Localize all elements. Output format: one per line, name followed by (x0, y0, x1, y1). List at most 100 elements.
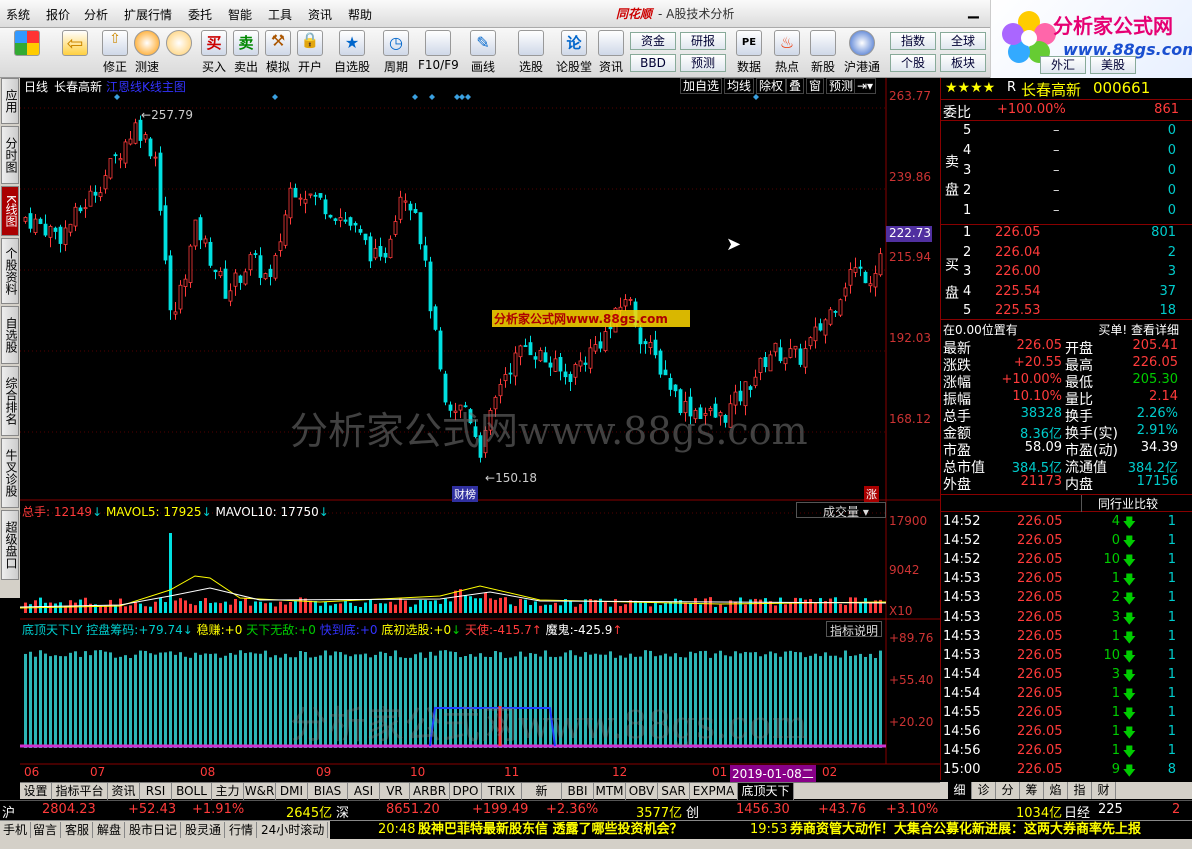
open-account-button[interactable]: 🔒 开户 (296, 30, 324, 75)
indicator-tab[interactable]: 资讯 (108, 783, 140, 800)
indicator-tab[interactable]: 新DMA (522, 783, 562, 814)
stock-picker-button[interactable]: 选股 (514, 30, 548, 75)
position-info[interactable]: 在0.00位置有 买单! 查看详细 (941, 319, 1192, 338)
menu-news[interactable]: 资讯 (308, 6, 332, 23)
sh-label[interactable]: 沪 (2, 802, 15, 821)
window-button[interactable]: 窗 (806, 78, 825, 94)
revise-button[interactable]: ⇧ 修正 (100, 30, 130, 75)
indicator-tab[interactable]: ARBR (410, 783, 450, 800)
menu-smart[interactable]: 智能 (228, 6, 252, 23)
panel-tab[interactable]: 财 (1092, 782, 1116, 799)
panel-tab[interactable]: 指 (1068, 782, 1092, 799)
watchlist-button[interactable]: ★ 自选股 (332, 30, 372, 75)
f10-button[interactable]: F10/F9 (418, 30, 459, 72)
status-market[interactable]: 行情 (226, 822, 258, 838)
menu-help[interactable]: 帮助 (348, 6, 372, 23)
indicator-tab[interactable]: ASI (348, 783, 380, 800)
indicator-tab[interactable]: BBI (562, 783, 594, 800)
add-watch-button[interactable]: 加自选 (680, 78, 723, 94)
minimize-icon[interactable]: ▁ (968, 3, 979, 19)
fund-button[interactable]: 资金 (630, 32, 676, 50)
forex-button[interactable]: 外汇 (1040, 56, 1086, 74)
indicator-tab[interactable]: 主力 (212, 783, 244, 800)
speed-button[interactable] (164, 30, 194, 58)
status-mobile[interactable]: 手机 (0, 822, 32, 838)
nikkei-label[interactable]: 日经 (1064, 802, 1090, 821)
indicator-help-button[interactable]: 指标说明 (826, 621, 883, 638)
news-headline[interactable]: 券商资管大动作！大集合公募化新进展：这两大券商率先上报 (790, 821, 1141, 839)
buy-button[interactable]: 买买入 (200, 30, 228, 75)
panel-tab[interactable]: 分 (996, 782, 1020, 799)
news-ticker[interactable]: 20:48 股神巴菲特最新股东信 透露了哪些投资机会？ 19:53 券商资管大动… (330, 821, 1192, 839)
hot-button[interactable]: ♨ 热点 (770, 30, 804, 75)
status-service[interactable]: 客服 (62, 822, 94, 838)
indicator-tab[interactable]: 指标平台 (52, 783, 108, 800)
indicator-tab[interactable]: SAR (658, 783, 690, 800)
tab-timeshare[interactable]: 分时图 (1, 126, 19, 184)
menu-analysis[interactable]: 分析 (84, 6, 108, 23)
tab-super-book[interactable]: 超级盘口 (1, 510, 19, 580)
indicator-tab[interactable]: VR (380, 783, 410, 800)
ma-button[interactable]: 均线 (724, 78, 755, 94)
menu-ext-quote[interactable]: 扩展行情 (124, 6, 172, 23)
menu-tools[interactable]: 工具 (268, 6, 292, 23)
menu-order[interactable]: 委托 (188, 6, 212, 23)
sz-label[interactable]: 深 (336, 802, 349, 821)
forecast-button[interactable]: 预测 (680, 54, 726, 72)
indicator-tab[interactable]: MTM (594, 783, 626, 800)
sector-button[interactable]: 板块 (940, 54, 986, 72)
tab-diagnose[interactable]: 牛叉诊股 (1, 438, 19, 508)
period-button[interactable]: ◷ 周期 (378, 30, 414, 75)
indicator-tab[interactable]: DMI (276, 783, 308, 800)
volume-type-select[interactable]: 成交量 ▾ (796, 502, 886, 519)
status-message[interactable]: 留言 (30, 822, 62, 838)
status-gulingtong[interactable]: 股灵通 (182, 822, 226, 838)
indicator-tab[interactable]: OBV (626, 783, 658, 800)
panel-tab[interactable]: 诊 (972, 782, 996, 799)
ipo-button[interactable]: 新股 (806, 30, 840, 75)
indicator-tab[interactable]: EXPMA (690, 783, 738, 800)
simulate-button[interactable]: ⚒ 模拟 (264, 30, 292, 75)
news-button[interactable]: 资讯 (596, 30, 626, 75)
back-button[interactable]: ⇦ (62, 30, 88, 58)
panel-tab[interactable]: 筹 (1020, 782, 1044, 799)
tab-ranking[interactable]: 综合排名 (1, 366, 19, 436)
pe-button[interactable]: PE 数据 (734, 30, 764, 75)
indicator-tab[interactable]: TRIX (482, 783, 522, 800)
tab-watchlist[interactable]: 自选股 (1, 306, 19, 364)
us-stock-button[interactable]: 美股 (1090, 56, 1136, 74)
sell-button[interactable]: 卖卖出 (232, 30, 260, 75)
hk-connect-button[interactable]: 沪港通 (842, 30, 882, 75)
pos-info-right[interactable]: 买单! 查看详细 (1098, 321, 1179, 338)
finance-badge[interactable]: 财榜 (452, 486, 478, 502)
forum-button[interactable]: 论论股堂 (556, 30, 592, 75)
expand-icon[interactable]: ⇥▾ (854, 78, 877, 94)
draw-line-button[interactable]: ✎ 画线 (466, 30, 500, 75)
indicator-tab[interactable]: W&R (244, 783, 276, 800)
exright-button[interactable]: 除权 (756, 78, 787, 94)
status-24h[interactable]: 24小时滚动 (258, 822, 329, 838)
forecast-chart-button[interactable]: 预测 (826, 78, 857, 94)
speedtest-button[interactable]: 测速 (132, 30, 162, 75)
index-button[interactable]: 指数 (890, 32, 936, 50)
global-button[interactable]: 全球 (940, 32, 986, 50)
menu-quote[interactable]: 报价 (46, 6, 70, 23)
bbd-button[interactable]: BBD (630, 54, 676, 72)
grid-button[interactable] (14, 30, 40, 58)
industry-compare-button[interactable]: 同行业比较 (1081, 495, 1158, 512)
tab-profile[interactable]: 个股资料 (1, 238, 19, 304)
indicator-tab[interactable]: RSI (140, 783, 172, 800)
status-commentary[interactable]: 解盘 (94, 822, 126, 838)
indicator-tab[interactable]: BIAS (308, 783, 348, 800)
status-diary[interactable]: 股市日记 (126, 822, 182, 838)
research-button[interactable]: 研报 (680, 32, 726, 50)
overlay-button[interactable]: 叠 (786, 78, 805, 94)
indicator-tab[interactable]: BOLL (172, 783, 212, 800)
panel-tab[interactable]: 焰 (1044, 782, 1068, 799)
menu-system[interactable]: 系统 (6, 6, 30, 23)
cy-label[interactable]: 创 (686, 802, 699, 821)
stock-button[interactable]: 个股 (890, 54, 936, 72)
tab-app[interactable]: 应用 (1, 78, 19, 124)
panel-tab[interactable]: 细 (948, 782, 972, 799)
tab-kline[interactable]: K线图 (1, 186, 19, 236)
